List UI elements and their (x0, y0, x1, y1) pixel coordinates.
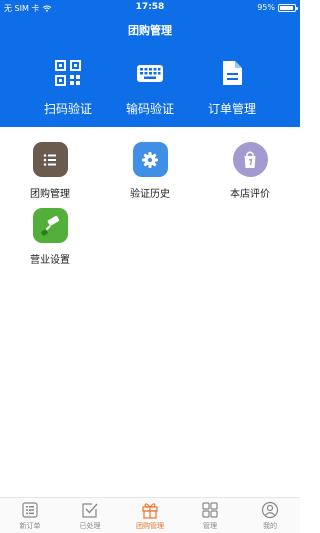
grid-item-verify-history[interactable]: 验证历史 (100, 142, 200, 200)
tab-new-orders[interactable]: 新订单 (0, 501, 60, 531)
battery-fill (280, 5, 293, 10)
status-bar: 无 SIM 卡 17:58 95% (0, 0, 300, 16)
battery-icon (278, 3, 298, 12)
page-title: 团购管理 (128, 24, 172, 37)
grid-icon (202, 502, 218, 518)
tab-manage[interactable]: 管理 (180, 501, 240, 531)
tab-label-processed: 已处理 (79, 522, 101, 530)
status-right: 95% (257, 3, 298, 12)
header: 无 SIM 卡 17:58 95% 团购管理 扫码验证 输码验证 订单管理 (0, 0, 300, 127)
grid-item-group-buy[interactable]: 团购管理 (0, 142, 100, 200)
status-time: 17:58 (135, 2, 165, 12)
grid-item-business-settings[interactable]: 营业设置 (0, 208, 100, 266)
quick-actions: 扫码验证 输码验证 订单管理 (0, 58, 300, 124)
code-verify-label: 输码验证 (125, 102, 174, 116)
paint-roller-icon (32, 208, 68, 243)
checkbox-icon (82, 503, 98, 518)
tab-bar: 新订单 已处理 团购管理 管理 我的 (0, 497, 300, 533)
keyboard-icon (137, 65, 163, 82)
tab-label-mine: 我的 (263, 522, 277, 530)
grid-item-store-reviews[interactable]: 本店评价 (200, 142, 300, 200)
scan-verify-label: 扫码验证 (43, 102, 92, 116)
tab-group-buy[interactable]: 团购管理 (120, 501, 180, 531)
scan-verify-button[interactable]: 扫码验证 (28, 58, 108, 117)
grid-label-store-reviews: 本店评价 (230, 189, 270, 200)
order-manage-label: 订单管理 (207, 102, 256, 116)
tab-label-new-orders: 新订单 (19, 522, 41, 530)
grid-label-group-buy: 团购管理 (30, 189, 70, 200)
grid-label-business-settings: 营业设置 (30, 255, 70, 266)
qr-code-icon (55, 60, 81, 86)
shopping-bag-icon (232, 142, 268, 177)
grid-label-verify-history: 验证历史 (130, 189, 170, 200)
gear-icon (132, 142, 168, 177)
battery-percent: 95% (257, 3, 275, 12)
tab-label-group-buy: 团购管理 (136, 522, 164, 530)
list-icon (22, 502, 38, 518)
gift-icon (142, 503, 158, 519)
tab-label-manage: 管理 (203, 522, 217, 530)
tab-processed[interactable]: 已处理 (60, 501, 120, 531)
code-verify-button[interactable]: 输码验证 (110, 58, 190, 117)
document-icon (223, 61, 242, 85)
user-icon (261, 501, 279, 519)
tab-mine[interactable]: 我的 (240, 501, 300, 531)
order-manage-button[interactable]: 订单管理 (192, 58, 272, 117)
list-icon (32, 142, 68, 177)
